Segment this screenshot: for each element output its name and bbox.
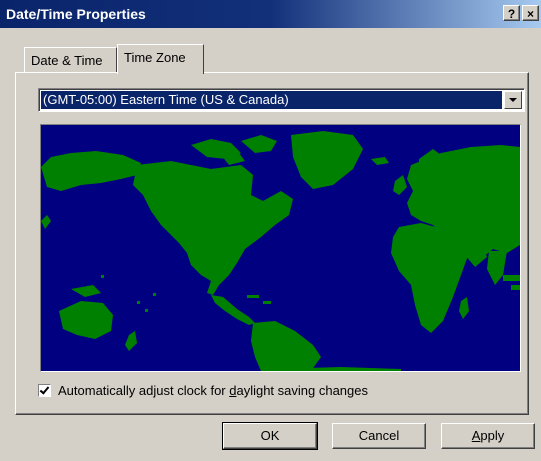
window-title: Date/Time Properties [6, 6, 146, 22]
apply-accel: A [471, 428, 481, 443]
help-button[interactable]: ? [503, 5, 520, 21]
time-zone-select[interactable]: (GMT-05:00) Eastern Time (US & Canada) [38, 88, 525, 112]
tab-date-time-label: Date & Time [31, 53, 103, 68]
world-map-graphic [41, 125, 520, 371]
date-time-properties-dialog: Date/Time Properties ? × Date & Time Tim… [0, 0, 541, 461]
close-button[interactable]: × [522, 5, 539, 21]
apply-button[interactable]: Apply [441, 423, 535, 449]
daylight-label-rest: aylight saving changes [236, 383, 368, 398]
daylight-label-part: Automatically adjust clock for [58, 383, 230, 398]
world-map [40, 124, 521, 372]
tab-time-zone-label: Time Zone [124, 50, 186, 65]
title-bar[interactable]: Date/Time Properties ? × [0, 0, 541, 28]
cancel-button[interactable]: Cancel [332, 423, 426, 449]
daylight-saving-label[interactable]: Automatically adjust clock for daylight … [58, 383, 368, 398]
chevron-down-icon[interactable] [504, 91, 522, 109]
tab-date-time[interactable]: Date & Time [24, 47, 117, 72]
ok-button[interactable]: OK [222, 422, 318, 450]
tab-time-zone[interactable]: Time Zone [117, 44, 204, 74]
time-zone-selected-value: (GMT-05:00) Eastern Time (US & Canada) [41, 91, 502, 109]
daylight-saving-checkbox[interactable] [38, 384, 51, 397]
